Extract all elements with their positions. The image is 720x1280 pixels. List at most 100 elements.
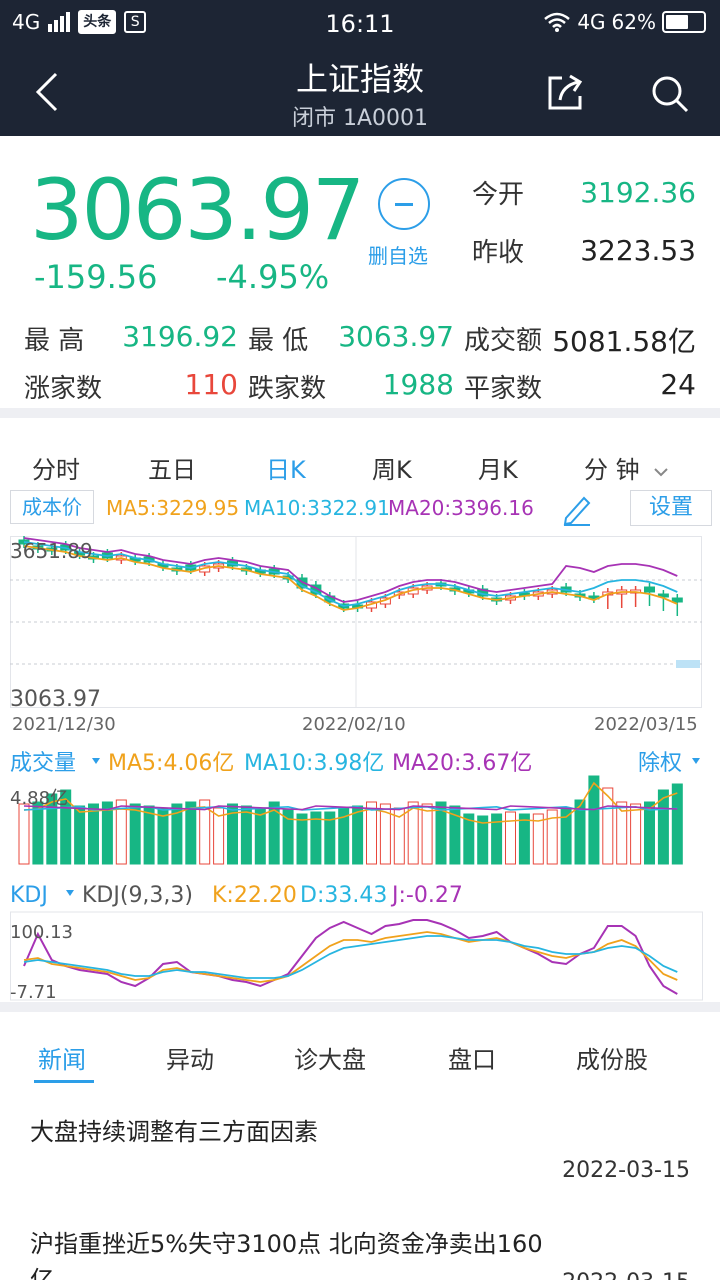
divider: [0, 1002, 720, 1012]
low-value: 3063.97: [338, 320, 454, 353]
page-title: 上证指数: [295, 60, 424, 98]
volume-bar: [671, 783, 683, 865]
kdj-d-line: [23, 935, 678, 979]
open-label: 今开: [472, 180, 525, 210]
ma5-label: MA5:3229.95: [106, 496, 240, 520]
volume-bar: [32, 801, 44, 865]
tab-movement[interactable]: 异动: [166, 1040, 214, 1075]
ma20-label: MA20:3396.16: [388, 496, 534, 520]
tab-constituents[interactable]: 成份股: [576, 1040, 648, 1075]
kdj-j: J:-0.27: [390, 883, 463, 908]
battery-icon: [662, 11, 706, 33]
settings-button[interactable]: 设置: [630, 490, 712, 526]
volume-bar: [296, 813, 308, 865]
price-change-pct: -4.95%: [216, 258, 330, 296]
high-label: 最 高: [24, 326, 85, 356]
tab-diagnosis[interactable]: 诊大盘: [294, 1040, 366, 1075]
turnover-label: 成交额: [464, 326, 543, 356]
tab-daily-k[interactable]: 日K: [266, 450, 306, 485]
tab-minute[interactable]: 分 钟: [584, 450, 669, 485]
prev-close-value: 3223.53: [580, 234, 696, 267]
active-tab-underline: [34, 1080, 94, 1083]
candles: [18, 536, 683, 616]
kdj-params: KDJ(9,3,3): [82, 883, 193, 908]
flat-count-label: 平家数: [464, 374, 543, 404]
chart-tabs: 分时 五日 日K 周K 月K 分 钟: [0, 440, 720, 490]
page-subtitle: 闭市 1A0001: [291, 106, 429, 131]
kdj-chart[interactable]: KDJ KDJ(9,3,3) K:22.20 D:33.43 J:-0.27 1…: [10, 876, 710, 1002]
tab-five-day[interactable]: 五日: [148, 450, 196, 485]
tab-weekly-k[interactable]: 周K: [372, 450, 412, 485]
date-mid: 2022/02/10: [302, 714, 406, 735]
news-item-date: 2022-03-15: [562, 1270, 690, 1280]
flat-count-value: 24: [660, 368, 696, 401]
tab-intraday[interactable]: 分时: [32, 450, 80, 485]
volume-bar: [630, 803, 642, 865]
candle-body: [644, 586, 655, 593]
pencil-icon[interactable]: [560, 492, 594, 526]
kline-low-label: 3063.97: [10, 687, 101, 712]
price-change: -159.56: [34, 258, 158, 296]
status-bar: 4G 头条 S 16:11 4G 62%: [0, 0, 720, 48]
volume-bar: [421, 803, 433, 865]
network-right-label: 4G: [577, 10, 606, 34]
open-value: 3192.36: [580, 176, 696, 209]
cost-price-button[interactable]: 成本价: [10, 490, 94, 524]
volume-bar: [254, 807, 266, 865]
down-count-label: 跌家数: [248, 374, 327, 404]
date-start: 2021/12/30: [12, 714, 116, 735]
kdj-label: KDJ: [10, 883, 48, 908]
volume-chart[interactable]: 成交量 MA5:4.06亿 MA10:3.98亿 MA20:3.67亿 除权 4…: [10, 744, 710, 868]
nav-bar: 上证指数 闭市 1A0001: [0, 48, 720, 136]
volume-ma5: MA5:4.06亿: [108, 751, 234, 776]
volume-bar: [240, 805, 252, 865]
tab-news[interactable]: 新闻: [38, 1040, 86, 1075]
kline-chart[interactable]: 3651.89 3063.97 2021/12/30 2022/02/10 20…: [10, 536, 702, 740]
date-end: 2022/03/15: [594, 714, 698, 735]
volume-label: 成交量: [10, 751, 76, 776]
volume-bar: [143, 805, 155, 865]
minus-icon: [395, 203, 413, 206]
news-item-title[interactable]: 沪指重挫近5%失守3100点 北向资金净卖出160亿: [30, 1226, 550, 1280]
kdj-j-line: [23, 919, 678, 995]
adjust-dropdown-icon[interactable]: [692, 758, 700, 764]
news-item-date: 2022-03-15: [562, 1158, 690, 1183]
divider: [0, 408, 720, 418]
ma-row: 成本价 MA5:3229.95 MA10:3322.91 MA20:3396.1…: [0, 490, 720, 530]
high-value: 3196.92: [122, 320, 238, 353]
kdj-d: D:33.43: [300, 883, 387, 908]
volume-bar: [352, 805, 364, 865]
volume-ma10: MA10:3.98亿: [244, 751, 384, 776]
kline-high-label: 3651.89: [10, 539, 93, 563]
adjust-label[interactable]: 除权: [638, 751, 682, 776]
news-item-title[interactable]: 大盘持续调整有三方面因素: [30, 1114, 550, 1150]
volume-ma20: MA20:3.67亿: [392, 751, 532, 776]
volume-bar: [88, 803, 99, 865]
chevron-down-icon: [654, 468, 668, 477]
candle-body: [671, 597, 683, 603]
share-icon[interactable]: [546, 72, 586, 112]
volume-bar: [185, 801, 197, 865]
kdj-top-label: 100.13: [10, 922, 73, 943]
remove-watchlist-button[interactable]: [378, 178, 430, 230]
search-icon[interactable]: [650, 74, 690, 114]
volume-max-label: 4.88亿: [10, 788, 68, 809]
volume-bar: [18, 803, 30, 865]
volume-bar: [129, 803, 141, 865]
tab-minute-label: 分 钟: [584, 456, 640, 484]
tab-monthly-k[interactable]: 月K: [478, 450, 518, 485]
wifi-icon: [544, 12, 571, 32]
volume-bars: [18, 775, 683, 865]
remove-watchlist-label[interactable]: 删自选: [368, 240, 428, 269]
kdj-dropdown-icon[interactable]: [66, 890, 74, 896]
prev-close-label: 昨收: [472, 238, 525, 268]
kdj-bottom-label: -7.71: [10, 982, 57, 1002]
volume-bar: [644, 801, 655, 865]
news-tabs: 新闻 异动 诊大盘 盘口 成份股: [0, 1012, 720, 1092]
up-count-value: 110: [184, 368, 238, 401]
ma10-label: MA10:3322.91: [244, 496, 390, 520]
low-label: 最 低: [248, 326, 309, 356]
volume-bar: [518, 813, 530, 865]
volume-dropdown-icon[interactable]: [92, 758, 100, 764]
tab-order-book[interactable]: 盘口: [448, 1040, 496, 1075]
